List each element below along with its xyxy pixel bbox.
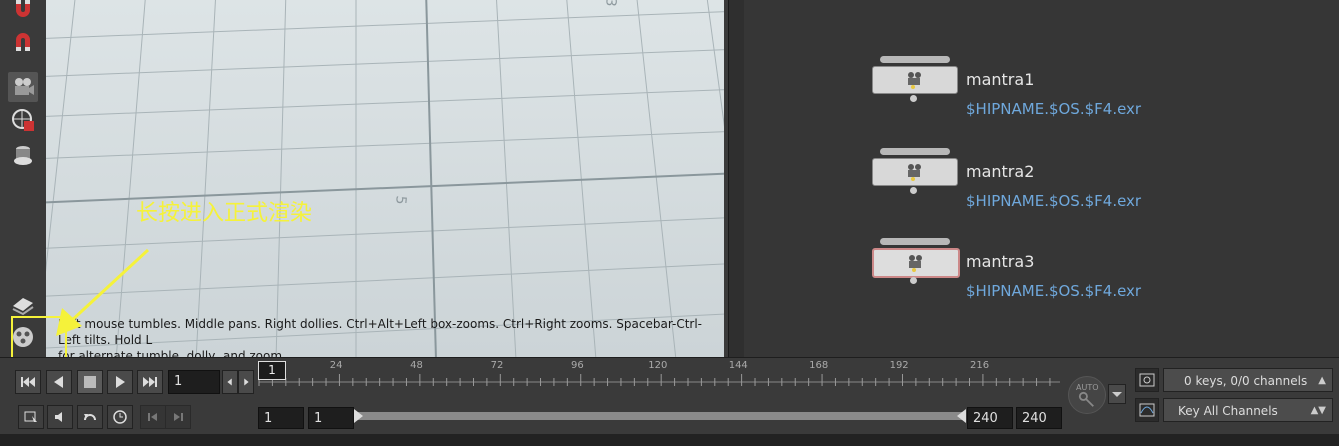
range-end-handle[interactable] [956, 409, 966, 423]
timeline-tick-label: 168 [809, 360, 829, 371]
movie-camera-icon [15, 78, 34, 95]
network-view[interactable]: mantra1 $HIPNAME.$OS.$F4.exr mantra2 $HI… [744, 0, 1339, 357]
loop-button[interactable] [77, 405, 103, 429]
node-flag-bar[interactable] [880, 238, 950, 245]
cursor-icon [24, 411, 37, 422]
lens-icon [14, 146, 32, 165]
timeline-ruler[interactable]: 24 48 72 96 120 144 168 192 216 [258, 358, 1064, 392]
prev-key-icon [148, 413, 157, 421]
node-flag-bar[interactable] [880, 56, 950, 63]
chevron-updown-icon: ▲▼ [1310, 405, 1326, 416]
crosshair-icon [12, 109, 34, 131]
render-camera-icon [909, 255, 922, 272]
start-frame-field-2[interactable]: 1 [308, 407, 354, 429]
auto-key-button[interactable]: AUTO [1068, 376, 1106, 414]
timeline-tick-label: 96 [571, 360, 584, 371]
stop-icon [84, 376, 96, 388]
render-camera-icon [908, 164, 921, 181]
play-button[interactable] [107, 370, 133, 394]
channel-list-button[interactable] [1135, 398, 1159, 422]
timeline-current-frame-marker[interactable]: 1 [258, 361, 286, 380]
node-body[interactable] [872, 158, 958, 186]
realtime-toggle-button[interactable] [18, 405, 44, 429]
scene-viewport[interactable]: 5 3 [46, 0, 726, 357]
next-key-icon [174, 413, 183, 421]
node-output-connector[interactable] [910, 95, 917, 102]
play-reverse-button[interactable] [46, 370, 72, 394]
camera-tool-button[interactable] [8, 72, 38, 102]
dopesheet-button[interactable] [1135, 368, 1159, 392]
clock-icon [113, 410, 127, 424]
keys-channels-label: 0 keys, 0/0 channels [1184, 374, 1308, 388]
audio-button[interactable] [47, 405, 73, 429]
skip-start-icon [21, 377, 35, 387]
node-name[interactable]: mantra2 [966, 162, 1034, 181]
curve-icon [1139, 403, 1155, 417]
step-back-icon [227, 378, 232, 386]
timeline-tick-label: 72 [490, 360, 504, 371]
pane-divider[interactable] [728, 0, 745, 357]
perspective-grid [46, 0, 726, 357]
key-channels-label: Key All Channels [1178, 404, 1278, 418]
chevron-down-icon [1112, 392, 1122, 397]
timeline-tick-label: 24 [329, 360, 343, 371]
render-region-tool-button[interactable] [8, 105, 38, 135]
node-body[interactable] [872, 248, 960, 278]
skip-end-icon [143, 377, 157, 387]
snap-tool-button[interactable] [8, 28, 38, 58]
current-frame-field[interactable]: 1 [168, 370, 220, 394]
stop-button[interactable] [77, 370, 103, 394]
loop-icon [84, 414, 96, 421]
prev-key-button[interactable] [140, 405, 166, 429]
key-all-channels-combo[interactable]: Key All Channels ▲▼ [1163, 398, 1333, 422]
jump-to-start-button[interactable] [15, 370, 41, 394]
dopesheet-icon [1139, 373, 1155, 387]
timeline-tick-label: 192 [889, 360, 909, 371]
timeline-tick-label: 144 [728, 360, 748, 371]
status-bar [0, 434, 1339, 446]
timeline-tick-label: 48 [410, 360, 423, 371]
frame-range-slider[interactable] [354, 409, 966, 423]
step-forward-button[interactable] [238, 370, 254, 394]
node-output-path: $HIPNAME.$OS.$F4.exr [966, 192, 1142, 210]
start-frame-field[interactable]: 1 [258, 407, 304, 429]
magnet-icon [16, 33, 30, 51]
play-reverse-icon [54, 376, 63, 388]
chevron-up-icon: ▲ [1318, 375, 1326, 386]
magnet-tool-button[interactable] [8, 0, 38, 24]
node-output-connector[interactable] [910, 277, 917, 284]
render-camera-icon [908, 72, 921, 89]
range-start-handle[interactable] [354, 409, 364, 423]
node-name[interactable]: mantra3 [966, 252, 1034, 271]
magnet-icon [16, 0, 30, 17]
timeline-tick-label: 216 [970, 360, 990, 371]
node-output-path: $HIPNAME.$OS.$F4.exr [966, 100, 1142, 118]
paper-stack-icon [12, 298, 34, 316]
end-frame-field-2[interactable]: 240 [1016, 407, 1062, 429]
timeline-tick-label: 120 [648, 360, 668, 371]
jump-to-end-button[interactable] [137, 370, 163, 394]
viewport-toolbar [0, 0, 46, 357]
next-key-button[interactable] [165, 405, 191, 429]
notes-tool-button[interactable] [8, 288, 38, 318]
grid-label: 5 [392, 194, 409, 206]
global-animation-options-button[interactable] [107, 405, 133, 429]
play-icon [116, 376, 125, 388]
node-output-path: $HIPNAME.$OS.$F4.exr [966, 282, 1142, 300]
hint-line: Left mouse tumbles. Middle pans. Right d… [58, 317, 703, 347]
annotation-label: 长按进入正式渲染 [136, 201, 313, 226]
node-flag-bar[interactable] [880, 148, 950, 155]
keys-channels-combo[interactable]: 0 keys, 0/0 channels ▲ [1163, 368, 1333, 392]
step-forward-icon [244, 378, 249, 386]
speaker-icon [55, 412, 62, 422]
node-name[interactable]: mantra1 [966, 70, 1034, 89]
node-body[interactable] [872, 66, 958, 94]
auto-key-menu-button[interactable] [1108, 384, 1126, 404]
key-icon [1078, 391, 1094, 407]
step-back-button[interactable] [222, 370, 238, 394]
flipbook-tool-button[interactable] [8, 140, 38, 170]
end-frame-field[interactable]: 240 [967, 407, 1013, 429]
node-output-connector[interactable] [910, 187, 917, 194]
